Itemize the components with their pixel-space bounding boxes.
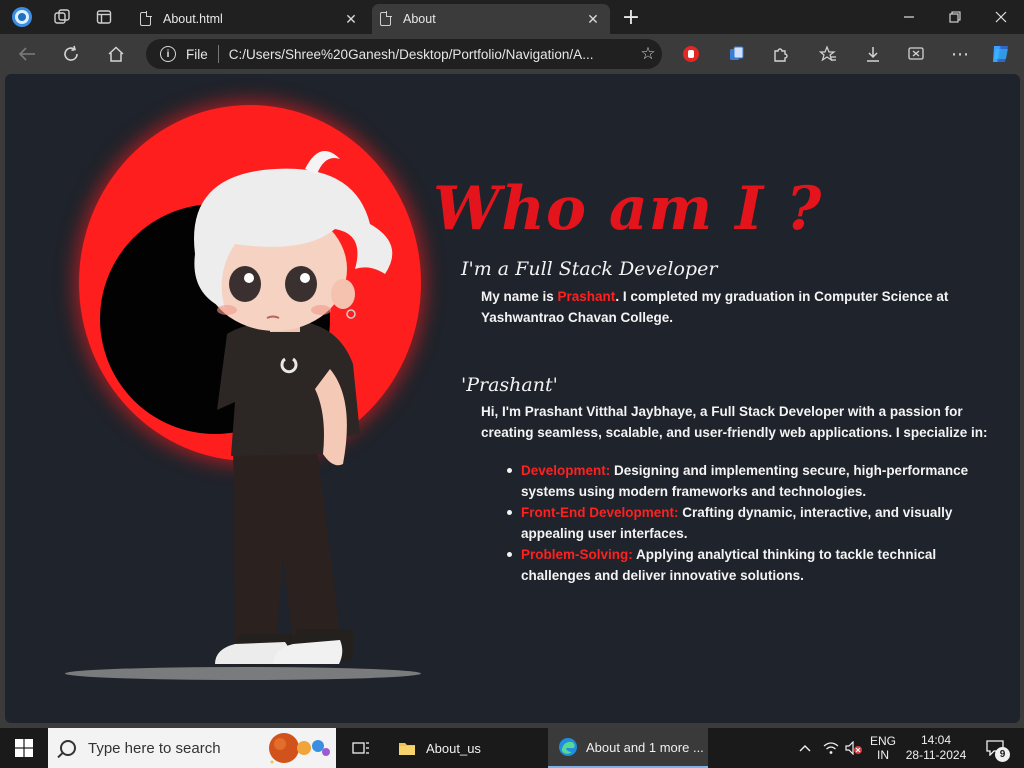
favorites-icon[interactable] xyxy=(815,42,841,66)
workspaces-icon[interactable] xyxy=(50,5,74,29)
notification-badge: 9 xyxy=(995,747,1010,762)
skills-list: Development: Designing and implementing … xyxy=(505,460,991,586)
back-icon[interactable] xyxy=(14,42,40,66)
tab-label: About.html xyxy=(163,12,223,26)
clock[interactable]: 14:04 28-11-2024 xyxy=(900,728,972,768)
scheme-label: File xyxy=(186,46,208,62)
intro-highlighted-name: Prashant xyxy=(557,289,616,304)
extensions-icon[interactable] xyxy=(767,42,793,66)
more-icon[interactable]: ⋯ xyxy=(947,42,973,66)
search-icon xyxy=(60,740,76,756)
address-divider xyxy=(217,45,219,63)
intro-subtitle: I'm a Full Stack Developer xyxy=(461,258,718,280)
tab-label: About xyxy=(403,12,436,26)
browser-toolbar: i File C:/Users/Shree%20Ganesh/Desktop/P… xyxy=(0,34,1024,74)
about-subtitle: 'Prashant' xyxy=(461,374,558,396)
volume-muted-icon[interactable] xyxy=(843,728,865,768)
folder-icon xyxy=(399,743,415,755)
tab-strip: About.html ✕ About ✕ + xyxy=(0,0,1024,34)
downloads-icon[interactable] xyxy=(860,42,886,66)
minimize-button[interactable] xyxy=(886,5,932,29)
collections-icon[interactable] xyxy=(723,42,749,66)
close-tab-icon[interactable]: ✕ xyxy=(584,11,602,28)
list-item: Development: Designing and implementing … xyxy=(505,460,991,502)
search-placeholder: Type here to search xyxy=(88,739,221,757)
edge-icon xyxy=(559,738,577,756)
language-indicator[interactable]: ENG IN xyxy=(866,728,900,768)
region-code: IN xyxy=(877,748,889,762)
new-tab-button[interactable]: + xyxy=(619,5,643,30)
browser-viewport: Who am I ? I'm a Full Stack Developer My… xyxy=(0,74,1024,728)
copilot-icon[interactable] xyxy=(988,42,1014,66)
extension-icon[interactable] xyxy=(678,42,704,66)
language-code: ENG xyxy=(869,734,896,748)
favorite-star-icon[interactable]: ☆ xyxy=(634,44,662,64)
intro-text-start: My name is xyxy=(481,289,558,304)
document-icon xyxy=(140,11,152,26)
skill-term: Front-End Development: xyxy=(521,505,679,520)
document-icon xyxy=(380,11,392,26)
url-text[interactable]: C:/Users/Shree%20Ganesh/Desktop/Portfoli… xyxy=(229,47,634,62)
app-label: About and 1 more ... xyxy=(586,739,704,755)
tab-about-html[interactable]: About.html ✕ xyxy=(132,4,368,34)
refresh-icon[interactable] xyxy=(58,42,84,66)
about-paragraph: Hi, I'm Prashant Vitthal Jaybhaye, a Ful… xyxy=(481,404,988,440)
taskbar-app-explorer[interactable]: About_us xyxy=(388,728,538,768)
skill-term: Development: xyxy=(521,463,611,478)
page-heading: Who am I ? xyxy=(433,174,823,244)
start-button[interactable] xyxy=(0,728,48,768)
restore-button[interactable] xyxy=(932,5,978,29)
tab-about[interactable]: About ✕ xyxy=(372,4,610,34)
clock-time: 14:04 xyxy=(920,733,952,747)
skill-term: Problem-Solving: xyxy=(521,547,633,562)
clock-date: 28-11-2024 xyxy=(905,748,967,762)
notification-center-icon[interactable]: 9 xyxy=(980,728,1010,768)
screenshot-icon[interactable] xyxy=(903,42,929,66)
app-label: About_us xyxy=(426,740,481,756)
close-window-button[interactable] xyxy=(978,5,1024,29)
about-page: Who am I ? I'm a Full Stack Developer My… xyxy=(5,74,1020,723)
intro-paragraph: My name is Prashant. I completed my grad… xyxy=(481,286,991,328)
task-view-icon[interactable] xyxy=(348,728,374,768)
list-item: Front-End Development: Crafting dynamic,… xyxy=(505,502,991,544)
taskbar-app-edge[interactable]: About and 1 more ... xyxy=(548,728,708,768)
show-hidden-icons-chevron-up-icon[interactable] xyxy=(794,728,816,768)
home-icon[interactable] xyxy=(103,42,129,66)
character-illustration xyxy=(194,151,393,666)
address-bar[interactable]: i File C:/Users/Shree%20Ganesh/Desktop/P… xyxy=(146,39,662,69)
list-item: Problem-Solving: Applying analytical thi… xyxy=(505,544,991,586)
tab-actions-icon[interactable] xyxy=(92,5,116,29)
close-tab-icon[interactable]: ✕ xyxy=(342,11,360,28)
edge-profile-icon[interactable] xyxy=(10,5,34,29)
site-info-icon[interactable]: i xyxy=(160,46,176,62)
network-icon[interactable] xyxy=(820,728,842,768)
windows-taskbar: Type here to search About_us About and 1… xyxy=(0,728,1024,768)
windows-logo-icon xyxy=(15,739,33,757)
taskbar-search-box[interactable]: Type here to search xyxy=(48,728,336,768)
search-highlight-planets-icon xyxy=(269,733,330,764)
